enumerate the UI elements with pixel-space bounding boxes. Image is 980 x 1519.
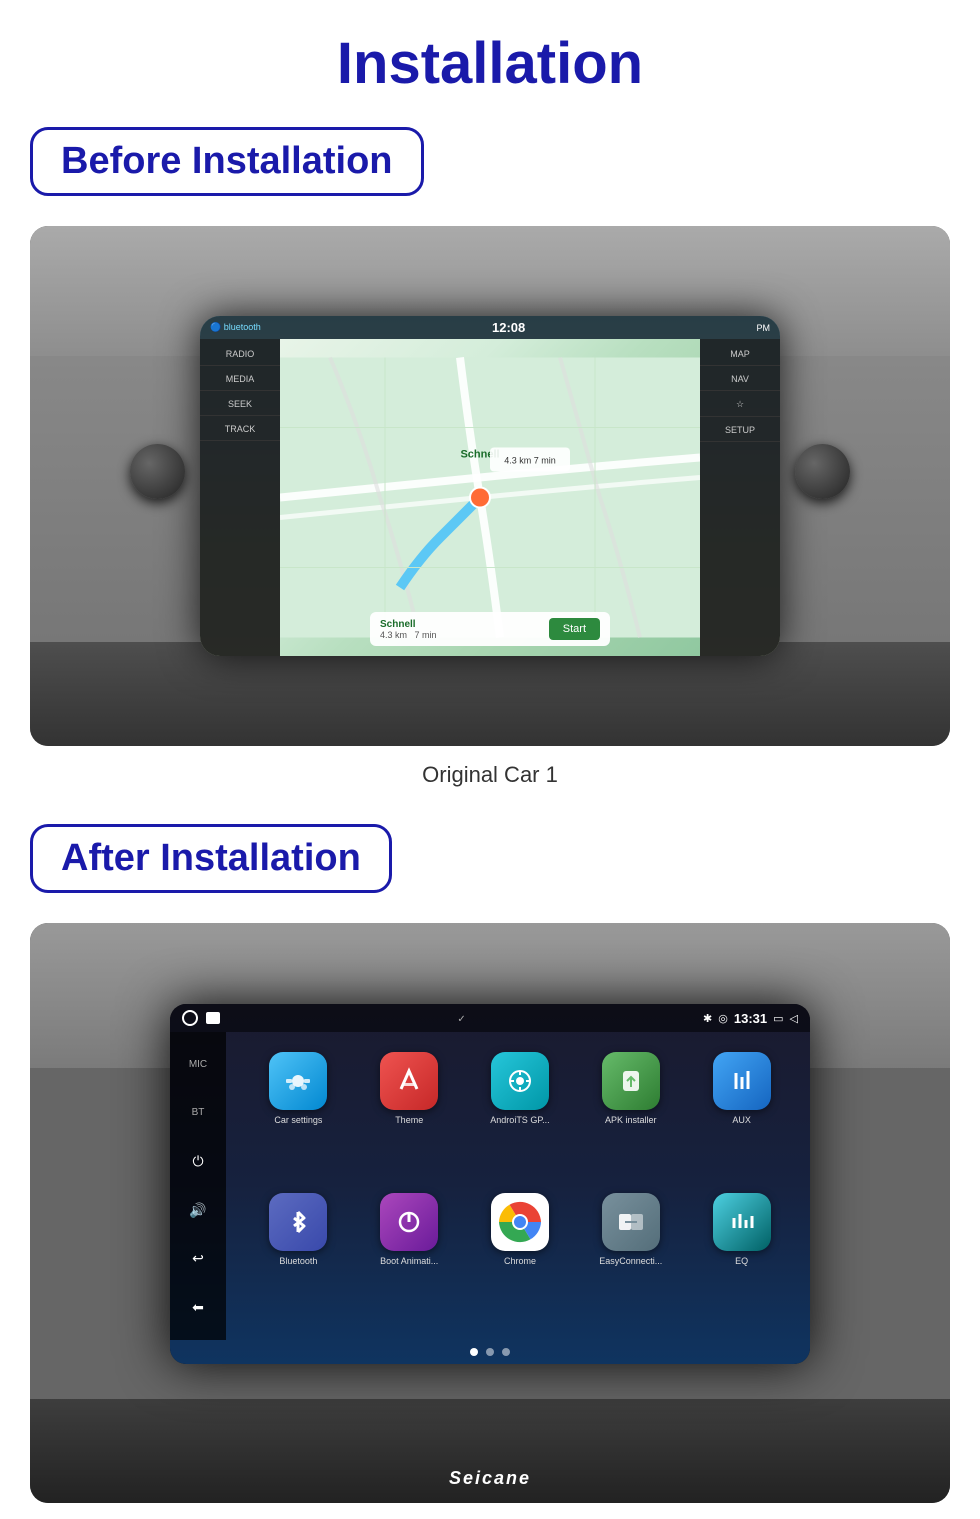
chrome-icon: [491, 1193, 549, 1251]
car-settings-icon: [269, 1052, 327, 1110]
boot-icon: [380, 1193, 438, 1251]
app-car-settings[interactable]: Car settings: [250, 1052, 347, 1179]
before-installation-label: Before Installation: [30, 127, 424, 196]
theme-icon: [380, 1052, 438, 1110]
bt-btn[interactable]: BT: [184, 1099, 212, 1127]
setup-btn[interactable]: SETUP: [700, 419, 780, 442]
car-settings-label: Car settings: [274, 1115, 322, 1125]
nav-time-before: 12:08: [492, 320, 525, 335]
easyconnect-label: EasyConnecti...: [599, 1256, 662, 1266]
eq-label: EQ: [735, 1256, 748, 1266]
android-statusbar: ✓ ✱ ◎ 13:31 ▭ ◁: [170, 1004, 810, 1032]
svg-text:4.3 km 7 min: 4.3 km 7 min: [504, 456, 556, 466]
gps-label: AndroiTS GP...: [490, 1115, 549, 1125]
map-btn[interactable]: MAP: [700, 343, 780, 366]
aux-label: AUX: [732, 1115, 751, 1125]
nav-duration: 7 min: [415, 630, 437, 640]
before-caption: Original Car 1: [422, 762, 558, 788]
page-title: Installation: [337, 30, 643, 97]
nav-distance: 4.3 km: [380, 630, 407, 640]
power-left-btn[interactable]: ⏻: [184, 1148, 212, 1176]
dot-1: [470, 1348, 478, 1356]
seicane-logo: Seicane: [449, 1468, 531, 1489]
square-icon: [206, 1012, 220, 1024]
page-dots: [170, 1340, 810, 1364]
track-btn[interactable]: TRACK: [200, 418, 280, 441]
radio-btn[interactable]: RADIO: [200, 343, 280, 366]
gps-icon: [491, 1052, 549, 1110]
volume-btn[interactable]: 🔊: [184, 1196, 212, 1224]
apk-label: APK installer: [605, 1115, 657, 1125]
left-panel: MIC BT ⏻ 🔊 ↩ ⬅: [170, 1032, 226, 1340]
after-installation-label: After Installation: [30, 824, 392, 893]
apps-grid: Car settings Theme Andro: [230, 1032, 810, 1340]
return-btn[interactable]: ↩: [184, 1245, 212, 1273]
app-aux[interactable]: AUX: [693, 1052, 790, 1179]
aux-icon: [713, 1052, 771, 1110]
app-apk[interactable]: APK installer: [582, 1052, 679, 1179]
app-theme[interactable]: Theme: [361, 1052, 458, 1179]
fav-btn[interactable]: ☆: [700, 393, 780, 417]
bluetooth-status-icon: ✱: [703, 1012, 712, 1025]
after-installation-image: ✓ ✱ ◎ 13:31 ▭ ◁ MIC BT ⏻: [30, 923, 950, 1503]
apk-icon: [602, 1052, 660, 1110]
theme-label: Theme: [395, 1115, 423, 1125]
app-eq[interactable]: EQ: [693, 1193, 790, 1320]
bluetooth-label: Bluetooth: [279, 1256, 317, 1266]
back-icon: ◁: [790, 1012, 798, 1025]
app-gps[interactable]: AndroiTS GP...: [472, 1052, 569, 1179]
start-navigation-btn[interactable]: Start: [549, 618, 600, 640]
app-easyconnect[interactable]: EasyConnecti...: [582, 1193, 679, 1320]
dot-2: [486, 1348, 494, 1356]
media-btn[interactable]: MEDIA: [200, 368, 280, 391]
gps-status-icon: ◎: [718, 1012, 728, 1025]
app-chrome[interactable]: Chrome: [472, 1193, 569, 1320]
seek-btn[interactable]: SEEK: [200, 393, 280, 416]
boot-label: Boot Animati...: [380, 1256, 438, 1266]
back-left-btn[interactable]: ⬅: [184, 1294, 212, 1322]
app-boot[interactable]: Boot Animati...: [361, 1193, 458, 1320]
dot-3: [502, 1348, 510, 1356]
window-icon: ▭: [773, 1012, 783, 1025]
destination-name: Schnell: [380, 619, 437, 630]
bluetooth-icon: [269, 1193, 327, 1251]
app-bluetooth[interactable]: Bluetooth: [250, 1193, 347, 1320]
android-time: 13:31: [734, 1011, 767, 1026]
easyconnect-icon: [602, 1193, 660, 1251]
before-installation-image: 🔵 bluetooth 12:08 PM RADIO MEDIA SEEK TR…: [30, 226, 950, 746]
eq-icon: [713, 1193, 771, 1251]
mic-btn[interactable]: MIC: [184, 1050, 212, 1078]
circle-icon: [182, 1010, 198, 1026]
chrome-label: Chrome: [504, 1256, 536, 1266]
nav-btn[interactable]: NAV: [700, 368, 780, 391]
